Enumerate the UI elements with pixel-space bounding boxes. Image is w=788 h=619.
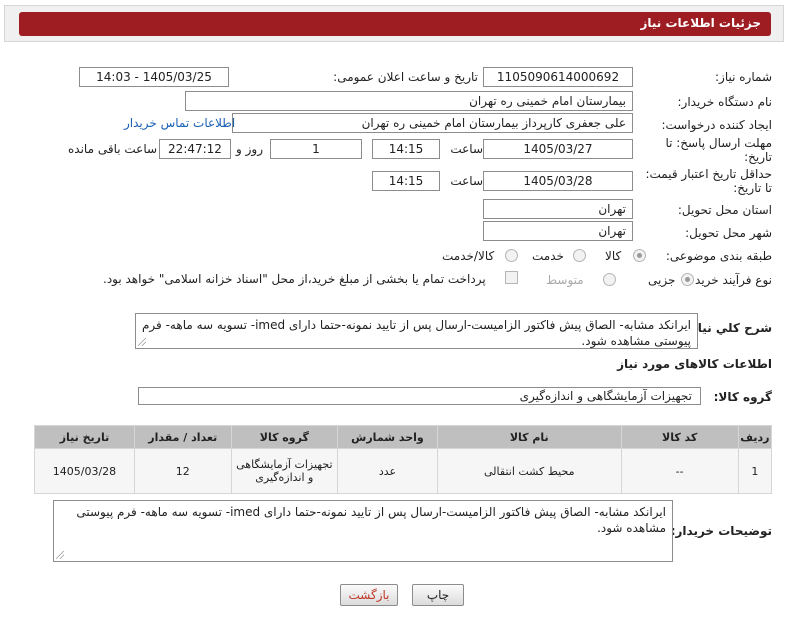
col-header-row-number: ردیف [737, 425, 773, 449]
buyer-org-label: نام دستگاه خریدار: [677, 95, 773, 109]
col-header-quantity: تعداد / مقدار [133, 425, 232, 449]
goods-info-title: اطلاعات کالاهای مورد نیاز [617, 357, 772, 371]
days-field[interactable]: 1 [270, 139, 362, 159]
need-number-label: شماره نیاز: [715, 70, 772, 84]
col-header-date: تاریخ نیاز [34, 425, 135, 449]
category-goods-radio[interactable] [633, 249, 646, 262]
cell-unit: عدد [337, 448, 438, 494]
deadline-label-date: تاریخ: [744, 150, 772, 164]
category-service-radio[interactable] [573, 249, 586, 262]
buyer-notes-textarea[interactable]: ایرانکد مشابه- الصاق پیش فاکتور الزامیست… [53, 500, 673, 562]
cell-row-number: 1 [737, 448, 773, 494]
announce-label: تاریخ و ساعت اعلان عمومی: [333, 70, 478, 84]
process-medium-radio[interactable] [603, 273, 616, 286]
page-header: جزئیات اطلاعات نیاز [4, 5, 784, 42]
col-header-group: گروه کالا [230, 425, 339, 449]
back-button[interactable]: بازگشت [340, 584, 398, 606]
validity-time-field[interactable]: 14:15 [372, 171, 440, 191]
description-text: ایرانکد مشابه- الصاق پیش فاکتور الزامیست… [142, 318, 691, 348]
process-label: نوع فرآیند خرید : [687, 273, 772, 287]
buyer-org-field[interactable]: بیمارستان امام خمینی ره تهران [185, 91, 633, 111]
province-label: استان محل تحویل: [677, 203, 772, 217]
requester-label: ایجاد کننده درخواست: [661, 118, 772, 132]
days-label: روز و [236, 142, 263, 156]
deadline-time-label: ساعت [450, 142, 483, 156]
category-goods-service-label: کالا/خدمت [442, 249, 495, 263]
col-header-code: کد کالا [620, 425, 739, 449]
category-goods-service-radio[interactable] [505, 249, 518, 262]
validity-label-date: تا تاریخ: [733, 181, 772, 195]
treasury-payment-checkbox[interactable] [505, 271, 518, 284]
city-field[interactable]: تهران [483, 221, 633, 241]
category-service-label: خدمت [532, 249, 564, 263]
col-header-name: نام کالا [436, 425, 622, 449]
goods-group-field[interactable]: تجهیزات آزمایشگاهی و اندازه‌گیری [138, 387, 701, 405]
validity-time-label: ساعت [450, 174, 483, 188]
resize-grip-icon[interactable] [56, 551, 64, 559]
province-field[interactable]: تهران [483, 199, 633, 219]
page-title: جزئیات اطلاعات نیاز [640, 16, 761, 30]
resize-grip-icon[interactable] [138, 338, 146, 346]
validity-date-field[interactable]: 1405/03/28 [483, 171, 633, 191]
cell-quantity: 12 [133, 448, 232, 494]
goods-group-label: گروه کالا: [713, 390, 772, 404]
table-header-row: ردیف کد کالا نام کالا واحد شمارش گروه کا… [34, 425, 773, 449]
deadline-label: مهلت ارسال پاسخ: تا [665, 136, 772, 150]
requester-field[interactable]: علی جعفری کارپرداز بیمارستان امام خمینی … [232, 113, 633, 133]
col-header-unit: واحد شمارش [337, 425, 438, 449]
buyer-notes-label: توضیحات خریدار: [670, 524, 772, 538]
announce-datetime-field[interactable]: 1405/03/25 - 14:03 [79, 67, 229, 87]
description-label: شرح کلي نياز: [686, 321, 772, 335]
remaining-time-label: ساعت باقی مانده [68, 142, 158, 156]
city-label: شهر محل تحویل: [685, 226, 772, 240]
category-label: طبقه بندی موضوعی: [665, 249, 772, 263]
cell-date: 1405/03/28 [34, 448, 135, 494]
cell-code: -- [620, 448, 739, 494]
cell-group: تجهیزات آزمایشگاهی و اندازه‌گیری [230, 448, 339, 494]
header-bar: جزئیات اطلاعات نیاز [19, 12, 771, 36]
remaining-time-field[interactable]: 22:47:12 [159, 139, 231, 159]
process-medium-label: متوسط [546, 273, 584, 287]
deadline-date-field[interactable]: 1405/03/27 [483, 139, 633, 159]
process-partial-radio[interactable] [681, 273, 694, 286]
need-number-field[interactable]: 1105090614000692 [483, 67, 633, 87]
goods-table: ردیف کد کالا نام کالا واحد شمارش گروه کا… [34, 425, 773, 494]
validity-label: حداقل تاریخ اعتبار قیمت: [645, 167, 772, 181]
buyer-contact-link[interactable]: اطلاعات تماس خریدار [124, 116, 235, 130]
print-button[interactable]: چاپ [412, 584, 464, 606]
cell-name: محیط کشت انتقالی [436, 448, 622, 494]
description-textarea[interactable]: ایرانکد مشابه- الصاق پیش فاکتور الزامیست… [135, 313, 698, 349]
table-row[interactable]: 1 -- محیط کشت انتقالی عدد تجهیزات آزمایش… [34, 448, 773, 494]
deadline-time-field[interactable]: 14:15 [372, 139, 440, 159]
process-partial-label: جزیی [648, 273, 676, 287]
buyer-notes-text: ایرانکد مشابه- الصاق پیش فاکتور الزامیست… [76, 505, 666, 535]
category-goods-label: کالا [605, 249, 622, 263]
treasury-payment-note: پرداخت تمام یا بخشی از مبلغ خرید،از محل … [103, 272, 486, 286]
